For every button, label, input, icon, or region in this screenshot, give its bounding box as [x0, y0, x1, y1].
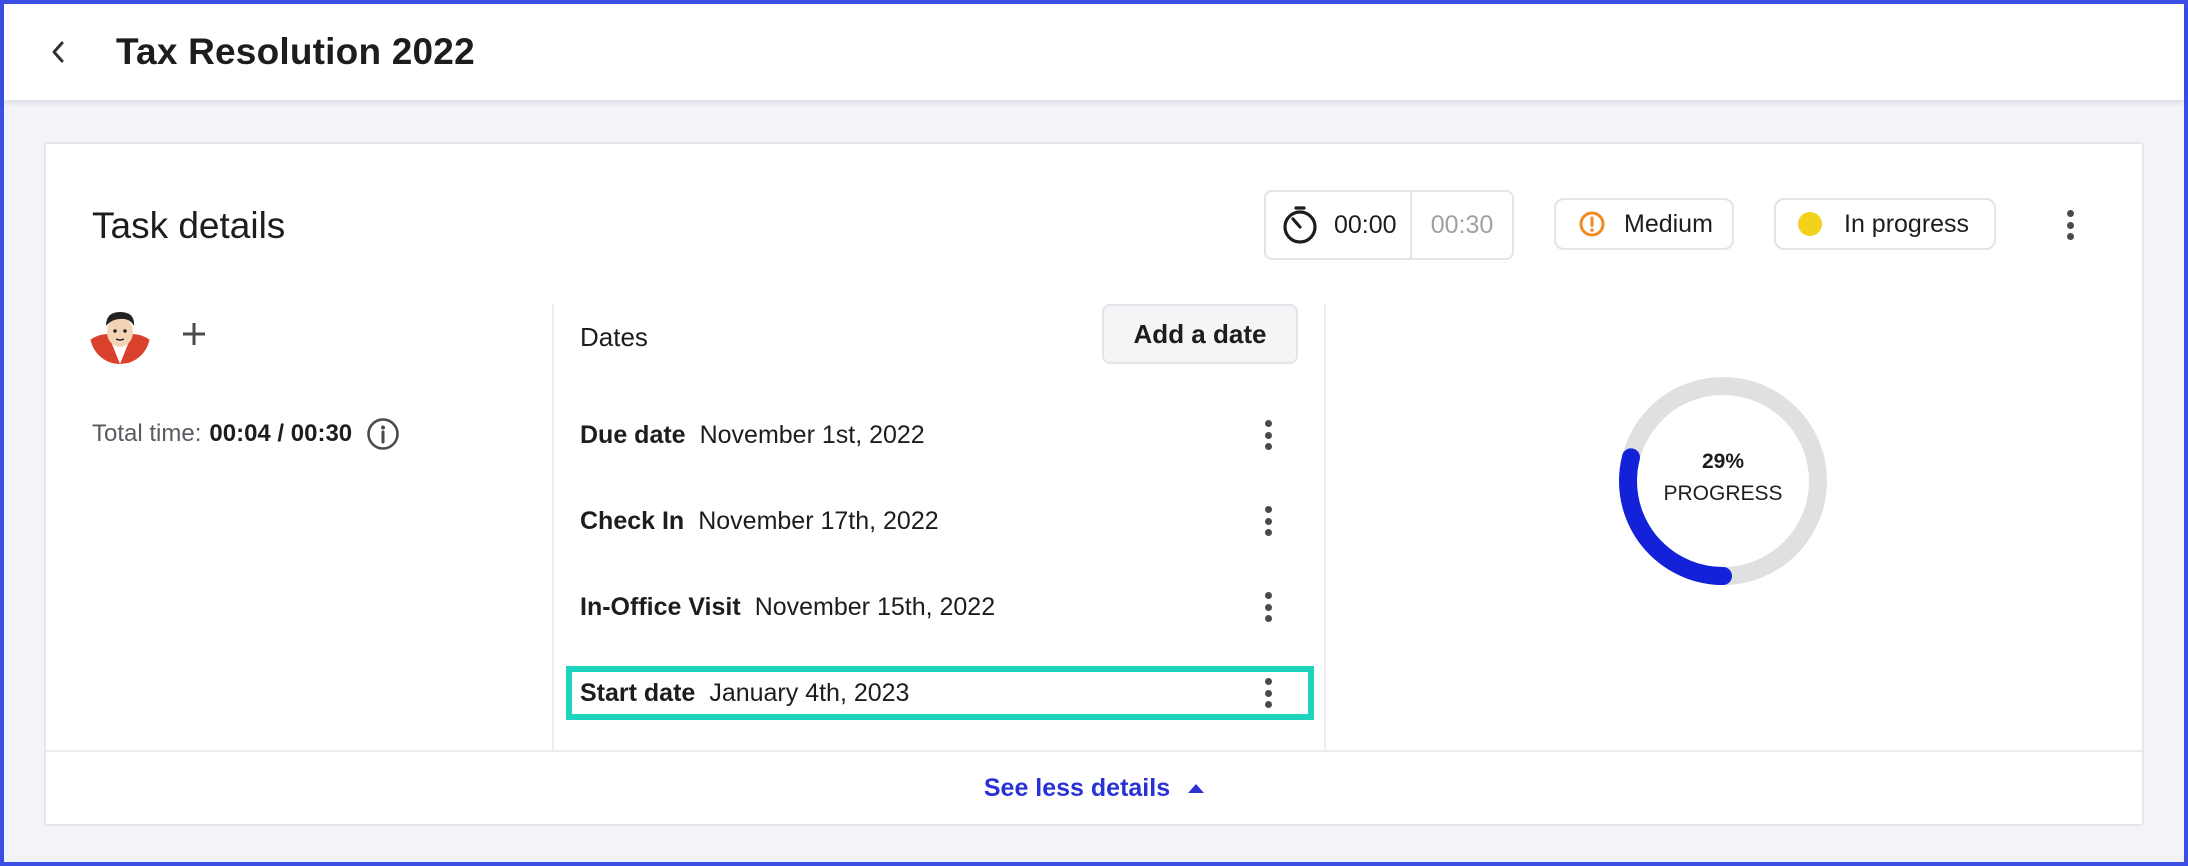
- date-label: Start date: [580, 678, 696, 707]
- date-row-start-date: Start date January 4th, 2023: [566, 666, 1314, 720]
- page-title: Tax Resolution 2022: [116, 31, 475, 72]
- date-value: November 17th, 2022: [698, 506, 939, 535]
- date-options-icon[interactable]: [1256, 678, 1280, 708]
- total-time-label: Total time:: [92, 420, 202, 447]
- date-value: January 4th, 2023: [709, 678, 910, 707]
- dates-header: Dates: [580, 322, 648, 352]
- see-less-label: See less details: [983, 773, 1171, 802]
- date-options-icon[interactable]: [1256, 506, 1280, 536]
- status-badge[interactable]: In progress: [1774, 198, 1996, 250]
- see-less-details-button[interactable]: See less details: [46, 752, 2142, 824]
- timer-start-button[interactable]: 00:00: [1266, 192, 1412, 258]
- total-time-value: 00:04 / 00:30: [209, 420, 353, 447]
- top-bar: Tax Resolution 2022: [4, 4, 2184, 100]
- back-button[interactable]: [38, 32, 78, 72]
- status-label: In progress: [1844, 209, 1970, 238]
- chevron-left-icon: [52, 41, 64, 63]
- date-value: November 15th, 2022: [754, 592, 996, 621]
- caret-up-icon: [1188, 783, 1205, 793]
- priority-label: Medium: [1624, 209, 1713, 238]
- progress-label: 29% PROGRESS: [1616, 446, 1830, 510]
- date-row-in-office-visit: In-Office Visit November 15th, 2022: [566, 580, 1314, 634]
- timer-estimate: 00:30: [1430, 210, 1494, 239]
- column-divider-left: [552, 304, 554, 752]
- total-time: Total time: 00:04 / 00:30: [92, 416, 400, 452]
- stopwatch-icon: [1283, 206, 1317, 244]
- timer-elapsed: 00:00: [1334, 210, 1397, 239]
- date-label: In-Office Visit: [580, 592, 741, 621]
- date-options-icon[interactable]: [1256, 592, 1280, 622]
- add-assignee-button[interactable]: [174, 314, 214, 354]
- date-label: Due date: [580, 420, 686, 449]
- priority-warning-icon: [1579, 211, 1605, 237]
- avatar[interactable]: [90, 304, 150, 364]
- timer-widget: 00:00 00:30: [1264, 190, 1514, 260]
- progress-caption: PROGRESS: [1663, 482, 1783, 505]
- task-details-card: Task details 00:00 00:30 Medium In progr…: [44, 142, 2144, 826]
- date-label: Check In: [580, 506, 685, 535]
- more-options-icon[interactable]: [2058, 210, 2082, 240]
- user-avatar-icon: [90, 304, 150, 364]
- date-row-due-date: Due date November 1st, 2022: [566, 408, 1314, 462]
- column-divider-right: [1324, 304, 1326, 752]
- card-title: Task details: [92, 205, 286, 246]
- info-icon[interactable]: [366, 417, 400, 451]
- progress-percent: 29%: [1701, 450, 1745, 473]
- date-row-check-in: Check In November 17th, 2022: [566, 494, 1314, 548]
- plus-icon: [183, 323, 205, 345]
- app-frame: Tax Resolution 2022 Task details 00:00 0…: [0, 0, 2188, 866]
- status-dot-icon: [1798, 212, 1822, 236]
- add-date-button[interactable]: Add a date: [1102, 304, 1298, 364]
- date-options-icon[interactable]: [1256, 420, 1280, 450]
- priority-badge[interactable]: Medium: [1554, 198, 1734, 250]
- date-value: November 1st, 2022: [699, 420, 925, 449]
